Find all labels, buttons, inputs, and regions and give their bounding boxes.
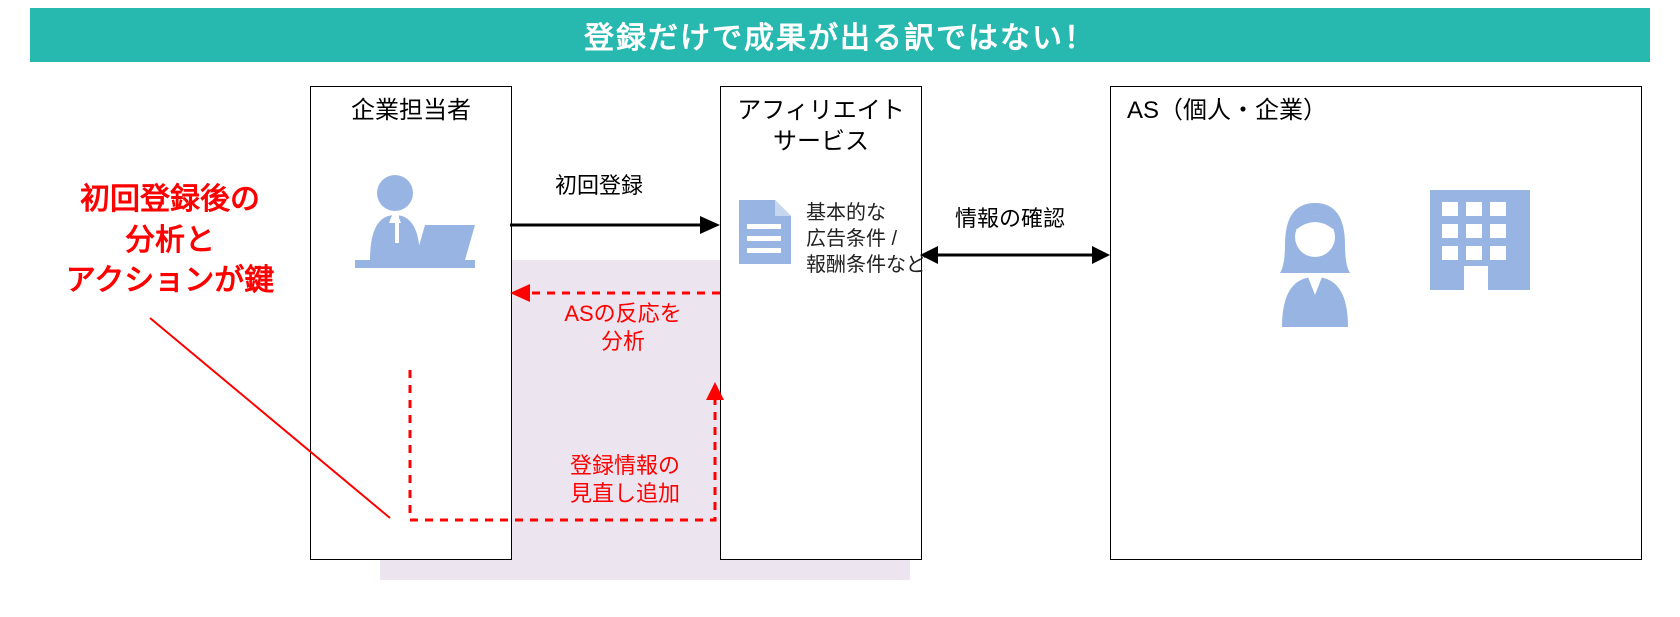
label-initial-register: 初回登録 xyxy=(555,172,643,200)
callout-line1: 初回登録後の xyxy=(30,180,310,221)
label-review-l1: 登録情報の xyxy=(570,453,680,478)
box-company-title: 企業担当者 xyxy=(311,87,511,126)
box-affiliate-title-l1: アフィリエイト xyxy=(737,97,905,124)
callout-line2: 分析と xyxy=(30,221,310,262)
affiliate-desc: 基本的な 広告条件 / 報酬条件など xyxy=(806,200,926,278)
label-analyze-l2: 分析 xyxy=(601,329,645,354)
label-review: 登録情報の 見直し追加 xyxy=(555,452,695,507)
callout-line3: アクションが鍵 xyxy=(30,261,310,302)
box-affiliate-title-l2: サービス xyxy=(773,128,869,155)
callout-pointer-line xyxy=(140,318,400,538)
box-affiliate: アフィリエイト サービス xyxy=(720,86,922,560)
banner-title: 登録だけで成果が出る訳ではない！ xyxy=(584,13,1096,57)
businessperson-desk-icon xyxy=(340,165,490,295)
box-as: AS（個人・企業） xyxy=(1110,86,1642,560)
box-affiliate-title: アフィリエイト サービス xyxy=(721,87,921,157)
document-icon xyxy=(735,192,799,272)
callout-text: 初回登録後の 分析と アクションが鍵 xyxy=(30,180,310,302)
affiliate-desc-l1: 基本的な xyxy=(806,200,926,226)
label-analyze: ASの反応を 分析 xyxy=(558,300,688,355)
affiliate-desc-l2: 広告条件 / xyxy=(806,226,926,252)
box-as-title: AS（個人・企業） xyxy=(1111,87,1641,126)
woman-avatar-icon xyxy=(1260,195,1370,335)
affiliate-desc-l3: 報酬条件など xyxy=(806,252,926,278)
arrow-initial-register xyxy=(510,210,720,240)
label-confirm-info: 情報の確認 xyxy=(955,205,1065,233)
banner: 登録だけで成果が出る訳ではない！ xyxy=(30,8,1650,62)
label-review-l2: 見直し追加 xyxy=(570,481,680,506)
building-icon xyxy=(1420,180,1540,300)
arrow-confirm-info xyxy=(920,240,1110,270)
label-analyze-l1: ASの反応を xyxy=(564,301,681,326)
